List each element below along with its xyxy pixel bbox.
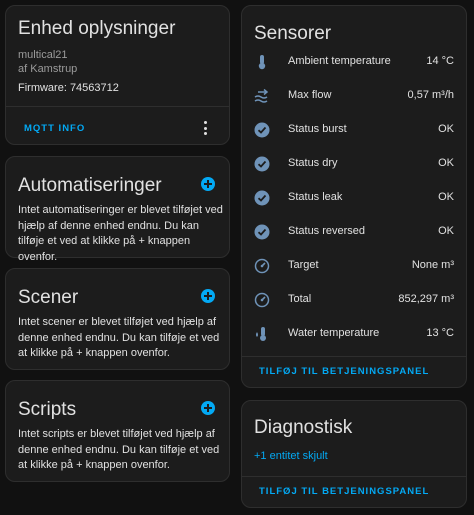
sensor-value: None m³ [411,259,454,271]
add-sensors-to-dashboard-button[interactable]: TILFØJ TIL BETJENINGSPANEL [259,366,429,377]
sensor-row[interactable]: Status burst OK [242,113,466,147]
sensor-label: Target [288,259,319,271]
sensor-label: Max flow [288,89,332,101]
sensor-value: OK [438,191,454,203]
scenes-empty-text: Intet scener er blevet tilføjet ved hjæl… [18,316,220,359]
sensor-value: 13 °C [426,327,454,339]
automations-title: Automatiseringer [18,175,162,196]
add-scene-button[interactable] [201,289,215,303]
sensor-label: Status leak [288,191,343,203]
sensor-row[interactable]: Status reversed OK [242,215,466,249]
sensor-value: 0,57 m³/h [407,89,454,101]
device-info-card: Enhed oplysninger multical21 af Kamstrup… [5,5,230,145]
sensor-value: 14 °C [426,55,454,67]
sensor-label: Water temperature [288,327,380,339]
sensors-card-divider [242,356,466,357]
check-circle-icon [254,224,270,240]
sensors-card: Sensorer Ambient temperature 14 °C Max f… [241,5,467,388]
automations-empty-text: Intet automatiseringer er blevet tilføje… [18,204,223,263]
sensor-label: Ambient temperature [288,55,391,67]
hidden-entities-link[interactable]: +1 entitet skjult [254,449,328,465]
sensor-row[interactable]: Ambient temperature 14 °C [242,45,466,79]
add-automation-button[interactable] [201,177,215,191]
sensor-row[interactable]: Max flow 0,57 m³/h [242,79,466,113]
diagnostics-title: Diagnostisk [254,417,353,438]
waves-arrow-icon [254,88,269,103]
scenes-title: Scener [18,287,79,308]
sensor-value: OK [438,157,454,169]
mqtt-info-button[interactable]: MQTT INFO [24,123,85,134]
device-card-divider [6,106,229,107]
sensor-label: Total [288,293,312,305]
more-options-icon[interactable] [203,121,207,137]
scripts-card: Scripts Intet scripts er blevet tilføjet… [5,380,230,482]
sensor-value: OK [438,225,454,237]
sensor-row[interactable]: Water temperature 13 °C [242,317,466,351]
sensors-title: Sensorer [254,23,332,44]
sensor-value: OK [438,123,454,135]
device-manufacturer: af Kamstrup [18,63,78,75]
sensor-value: 852,297 m³ [398,293,454,305]
device-info-title: Enhed oplysninger [18,18,176,39]
check-circle-icon [254,156,270,172]
scenes-card: Scener Intet scener er blevet tilføjet v… [5,268,230,370]
diagnostics-card: Diagnostisk +1 entitet skjult TILFØJ TIL… [241,400,467,508]
sensor-row[interactable]: Target None m³ [242,249,466,283]
add-diagnostics-to-dashboard-button[interactable]: TILFØJ TIL BETJENINGSPANEL [259,486,429,497]
gauge-icon [254,292,270,308]
sensor-label: Status dry [288,157,338,169]
thermometer-water-icon [256,327,266,341]
scripts-title: Scripts [18,399,77,420]
diagnostics-card-divider [242,476,466,477]
sensor-label: Status burst [288,123,347,135]
sensor-row[interactable]: Total 852,297 m³ [242,283,466,317]
sensor-label: Status reversed [288,225,366,237]
check-circle-icon [254,190,270,206]
thermometer-icon [258,55,266,70]
check-circle-icon [254,122,270,138]
device-firmware: Firmware: 74563712 [18,82,119,94]
sensor-row[interactable]: Status dry OK [242,147,466,181]
scripts-empty-text: Intet scripts er blevet tilføjet ved hjæ… [18,428,220,471]
gauge-icon [254,258,270,274]
add-script-button[interactable] [201,401,215,415]
automations-card: Automatiseringer Intet automatiseringer … [5,156,230,263]
sensor-row[interactable]: Status leak OK [242,181,466,215]
